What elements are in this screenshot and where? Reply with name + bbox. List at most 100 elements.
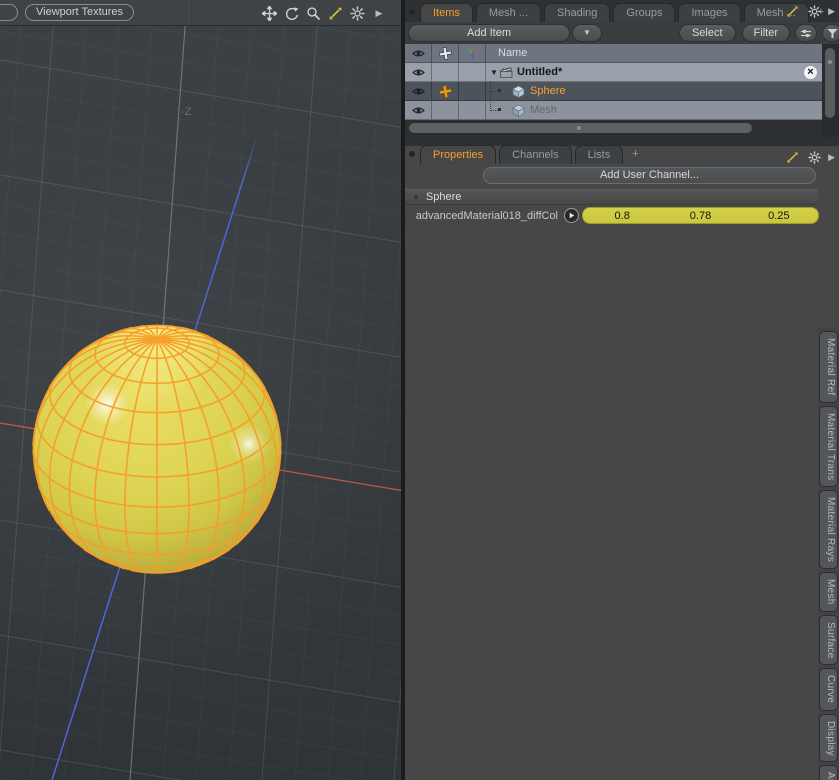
- vtab-surface[interactable]: Surface: [819, 615, 838, 666]
- tree-line: [490, 110, 498, 111]
- vtab-material-trans[interactable]: Material Trans: [819, 406, 838, 488]
- channel-envelope-button[interactable]: [564, 208, 579, 223]
- tree-node: [498, 89, 501, 92]
- eye-icon: [412, 105, 425, 116]
- add-item-button[interactable]: Add Item: [408, 24, 570, 42]
- tab-groups[interactable]: Groups: [613, 3, 675, 22]
- vertical-scrollbar[interactable]: [822, 44, 839, 137]
- section-triangle-icon: ▼: [412, 193, 420, 202]
- add-user-channel-button[interactable]: Add User Channel...: [483, 167, 816, 184]
- vertical-scrollbar-thumb[interactable]: [825, 48, 835, 118]
- visibility-toggle[interactable]: [405, 82, 432, 100]
- lock-column-header[interactable]: [432, 44, 459, 62]
- modo-application-window: -Z Viewport Textures: [0, 0, 839, 780]
- plus-cursor-icon: [437, 45, 452, 60]
- plus-cursor-icon-active: [437, 83, 452, 98]
- list-header-row: Name: [405, 44, 822, 63]
- gear-icon[interactable]: [349, 5, 365, 21]
- tab-lists[interactable]: Lists: [575, 145, 624, 164]
- value-green[interactable]: 0.78: [661, 208, 739, 223]
- expander-icon[interactable]: ▼: [488, 68, 500, 77]
- select-button[interactable]: Select: [679, 24, 736, 42]
- properties-tab-bar: Properties Channels Lists + ▶: [405, 146, 839, 164]
- value-red[interactable]: 0.8: [583, 208, 661, 223]
- lock-cell[interactable]: [432, 82, 459, 100]
- axis-cell[interactable]: [459, 82, 486, 100]
- pan-icon[interactable]: [261, 5, 277, 21]
- rotate-icon[interactable]: [283, 5, 299, 21]
- form-category-rail: Material Ref Material Trans Material Ray…: [818, 328, 839, 780]
- visibility-toggle[interactable]: [405, 63, 432, 81]
- viewport-textures-button[interactable]: Viewport Textures: [25, 4, 134, 21]
- maximize-icon[interactable]: [327, 5, 343, 21]
- panel-corner-dot[interactable]: [409, 9, 415, 15]
- maximize-icon[interactable]: [784, 3, 800, 19]
- gear-icon[interactable]: [806, 3, 822, 19]
- vtab-assembly[interactable]: Assembly: [819, 765, 838, 780]
- scene-name[interactable]: Untitled*: [517, 66, 562, 78]
- lock-cell[interactable]: [432, 101, 459, 119]
- axis-cell[interactable]: [459, 63, 486, 81]
- mesh-cube-icon: [512, 104, 525, 117]
- sliders-icon: [800, 29, 812, 38]
- viewport-3d[interactable]: -Z Viewport Textures: [0, 0, 401, 780]
- panel-corner-dot[interactable]: [409, 151, 415, 157]
- viewport-header-bar: Viewport Textures: [0, 0, 401, 26]
- list-item-scene[interactable]: ▼ Untitled* ×: [405, 63, 822, 82]
- tree-line: [490, 91, 498, 92]
- vtab-curve[interactable]: Curve: [819, 668, 838, 710]
- right-panel: Items Mesh ... Shading Groups Images Mes…: [405, 0, 839, 780]
- add-tab-button[interactable]: +: [626, 145, 644, 164]
- user-channel-row: advancedMaterial018_diffCol 0.8 0.78 0.2…: [405, 206, 818, 226]
- eye-icon: [412, 67, 425, 78]
- sphere-section-header[interactable]: ▼ Sphere: [405, 189, 818, 205]
- add-item-dropdown[interactable]: ▼: [572, 24, 602, 42]
- sphere-wireframe: [0, 0, 401, 780]
- item-name-sphere[interactable]: Sphere: [530, 85, 565, 97]
- filter-button[interactable]: Filter: [742, 24, 790, 42]
- tab-shading[interactable]: Shading: [544, 3, 610, 22]
- viewport-more-icon[interactable]: ▶: [371, 5, 387, 21]
- panel-more-icon[interactable]: ▶: [828, 153, 835, 162]
- visibility-toggle[interactable]: [405, 101, 432, 119]
- vtab-material-rays[interactable]: Material Rays: [819, 490, 838, 569]
- gear-icon[interactable]: [806, 149, 822, 165]
- item-name-mesh[interactable]: Mesh: [530, 104, 557, 116]
- zoom-icon[interactable]: [305, 5, 321, 21]
- tab-items[interactable]: Items: [420, 3, 473, 22]
- item-list: Name ▼: [405, 44, 822, 120]
- eye-icon: [412, 48, 425, 59]
- vtab-mesh[interactable]: Mesh: [819, 572, 838, 612]
- tab-mesh-1[interactable]: Mesh ...: [476, 3, 541, 22]
- horizontal-scrollbar[interactable]: [405, 120, 822, 137]
- header-separator: [188, 0, 189, 26]
- axis-column-header[interactable]: [459, 44, 486, 62]
- list-item-mesh[interactable]: Mesh: [405, 101, 822, 120]
- close-scene-button[interactable]: ×: [804, 66, 817, 79]
- vtab-material-ref[interactable]: Material Ref: [819, 331, 838, 403]
- visibility-column-header[interactable]: [405, 44, 432, 62]
- maximize-icon[interactable]: [784, 149, 800, 165]
- viewport-mode-button-partial[interactable]: [0, 4, 18, 21]
- tab-properties[interactable]: Properties: [420, 145, 496, 164]
- eye-icon: [412, 86, 425, 97]
- items-tab-bar: Items Mesh ... Shading Groups Images Mes…: [405, 0, 839, 22]
- value-blue[interactable]: 0.25: [740, 208, 818, 223]
- properties-panel: Add User Channel... ▼ Sphere advancedMat…: [405, 164, 839, 780]
- scene-icon: [500, 67, 513, 78]
- vtab-display[interactable]: Display: [819, 714, 838, 763]
- name-column-header: Name: [486, 44, 822, 62]
- tab-images[interactable]: Images: [678, 3, 740, 22]
- channel-label: advancedMaterial018_diffCol: [405, 206, 558, 226]
- items-panel: Items Mesh ... Shading Groups Images Mes…: [405, 0, 839, 146]
- axis-cell[interactable]: [459, 101, 486, 119]
- list-options-button[interactable]: [795, 24, 817, 42]
- tab-channels[interactable]: Channels: [499, 145, 571, 164]
- panel-more-icon[interactable]: ▶: [828, 7, 835, 16]
- filter-funnel-button[interactable]: [822, 24, 839, 42]
- horizontal-scrollbar-thumb[interactable]: [409, 123, 752, 133]
- lock-cell[interactable]: [432, 63, 459, 81]
- mesh-cube-icon: [512, 85, 525, 98]
- funnel-icon: [827, 29, 838, 38]
- list-item-sphere[interactable]: Sphere: [405, 82, 822, 101]
